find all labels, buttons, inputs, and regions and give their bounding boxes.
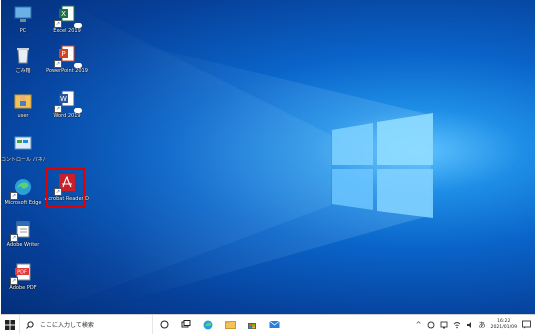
desktop-icon-label: ごみ箱: [15, 68, 31, 74]
excel-icon: X ↗: [54, 4, 82, 28]
battery-icon[interactable]: [427, 321, 435, 329]
wifi-icon[interactable]: [453, 321, 461, 329]
svg-text:PDF: PDF: [17, 270, 27, 276]
pdf-icon: PDF ↗: [10, 261, 34, 285]
edge-icon: [203, 320, 213, 329]
desktop-icon-label: Microsoft Edge: [4, 200, 42, 206]
search-placeholder: ここに入力して検索: [40, 322, 94, 329]
desktop[interactable]: PC ごみ箱 user コントロール パネル ↗ Microsoft Edge …: [1, 0, 535, 314]
taskbar-store-button[interactable]: [241, 315, 263, 334]
task-view-button[interactable]: [153, 315, 175, 334]
task-view-icon: [160, 320, 168, 329]
search-icon: [26, 320, 34, 329]
shortcut-arrow-icon: ↗: [10, 277, 18, 285]
ime-indicator[interactable]: あ: [479, 320, 486, 330]
task-switch-icon: [181, 320, 191, 328]
shortcut-arrow-icon: ↗: [10, 234, 18, 242]
svg-text:W: W: [60, 95, 67, 103]
desktop-icon-edge[interactable]: ↗ Microsoft Edge: [1, 176, 45, 206]
cloud-icon: [74, 23, 82, 28]
volume-icon[interactable]: [466, 321, 474, 329]
desktop-icon-excel[interactable]: X ↗ Excel 2019: [45, 4, 89, 34]
desktop-icon-label: Excel 2019: [53, 28, 81, 34]
desktop-icon-label: user: [17, 113, 29, 119]
powerpoint-icon: P ↗: [54, 44, 82, 68]
desktop-icon-label: Word 2019: [53, 113, 81, 119]
shortcut-arrow-icon: ↗: [54, 105, 62, 113]
desktop-icon-pc[interactable]: PC: [1, 4, 45, 34]
shortcut-arrow-icon: ↗: [54, 60, 62, 68]
store-icon: [248, 322, 256, 329]
cloud-icon: [74, 63, 82, 68]
selection-highlight-box: [46, 168, 85, 208]
taskbar-edge-button[interactable]: [197, 315, 219, 334]
svg-text:X: X: [61, 10, 66, 18]
folder-icon: [224, 321, 236, 329]
user-folder-icon: [12, 89, 34, 111]
svg-text:P: P: [61, 50, 65, 58]
edge-icon: ↗: [10, 176, 34, 200]
desktop-icon-control-panel[interactable]: コントロール パネル: [1, 133, 45, 163]
shortcut-arrow-icon: ↗: [54, 20, 62, 28]
word-icon: W ↗: [54, 89, 82, 113]
document-writer-icon: ↗: [10, 218, 34, 242]
shortcut-arrow-icon: ↗: [10, 192, 18, 200]
desktop-icon-label: コントロール パネル: [1, 157, 45, 163]
taskbar-clock[interactable]: 16:22 2021/01/09: [491, 319, 517, 330]
taskbar-mail-button[interactable]: [263, 315, 285, 334]
recycle-bin-icon: [12, 44, 34, 66]
notification-icon[interactable]: [522, 320, 531, 329]
start-button[interactable]: [1, 315, 19, 334]
desktop-icon-label: Adobe Writer: [6, 242, 40, 248]
taskbar: ここに入力して検索 ^ あ 16:22 2021/01/09: [1, 314, 535, 334]
desktop-icon-word[interactable]: W ↗ Word 2019: [45, 89, 89, 119]
network-icon[interactable]: [440, 321, 448, 329]
desktop-icon-label: Adobe PDF: [9, 285, 37, 291]
desktop-icon-adobe-pdf[interactable]: PDF ↗ Adobe PDF: [1, 261, 45, 291]
system-tray: ^ あ 16:22 2021/01/09: [416, 319, 535, 330]
taskbar-file-explorer-button[interactable]: [219, 315, 241, 334]
computer-icon: [12, 4, 34, 26]
chevron-up-icon[interactable]: ^: [416, 321, 422, 329]
control-panel-icon: [12, 133, 34, 155]
mail-icon: [268, 320, 280, 328]
cloud-icon: [74, 108, 82, 113]
windows-icon: [5, 319, 15, 330]
desktop-icon-label: PowerPoint 2019: [46, 68, 88, 74]
clock-date: 2021/01/09: [490, 324, 517, 330]
taskbar-search-box[interactable]: ここに入力して検索: [19, 315, 153, 334]
desktop-icon-user-folder[interactable]: user: [1, 89, 45, 119]
desktop-icon-adobe-writer[interactable]: ↗ Adobe Writer: [1, 218, 45, 248]
desktop-icon-label: PC: [19, 28, 27, 34]
taskbar-widgets-button[interactable]: [175, 315, 197, 334]
desktop-icon-recycle-bin[interactable]: ごみ箱: [1, 44, 45, 74]
desktop-icon-powerpoint[interactable]: P ↗ PowerPoint 2019: [45, 44, 89, 74]
